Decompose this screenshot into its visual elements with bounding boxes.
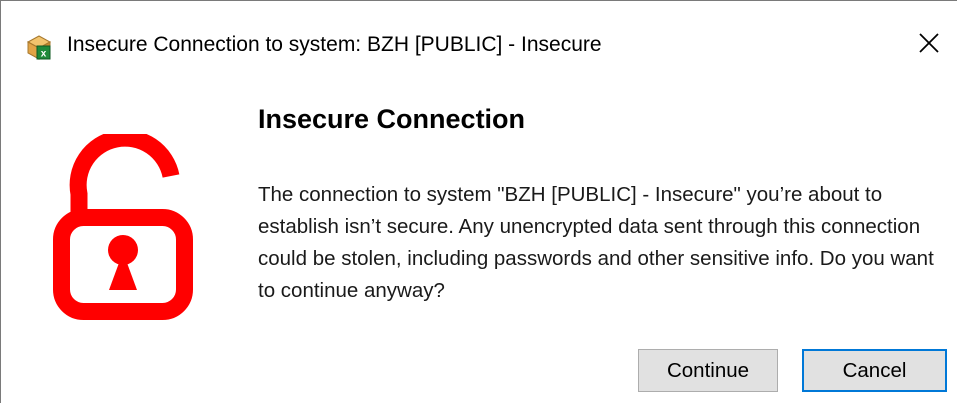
- svg-text:x: x: [41, 49, 47, 60]
- continue-button[interactable]: Continue: [638, 349, 778, 392]
- sap-logon-icon: x: [26, 34, 52, 60]
- window-title: Insecure Connection to system: BZH [PUBL…: [67, 33, 602, 56]
- unlocked-padlock-icon: [53, 129, 193, 324]
- close-button[interactable]: [907, 23, 951, 67]
- title-bar: x Insecure Connection to system: BZH [PU…: [1, 1, 956, 83]
- dialog-message: The connection to system "BZH [PUBLIC] -…: [258, 183, 934, 302]
- close-icon: [918, 32, 940, 59]
- dialog-heading: Insecure Connection: [258, 104, 526, 134]
- insecure-connection-dialog: x Insecure Connection to system: BZH [PU…: [0, 0, 957, 403]
- cancel-button[interactable]: Cancel: [802, 349, 947, 392]
